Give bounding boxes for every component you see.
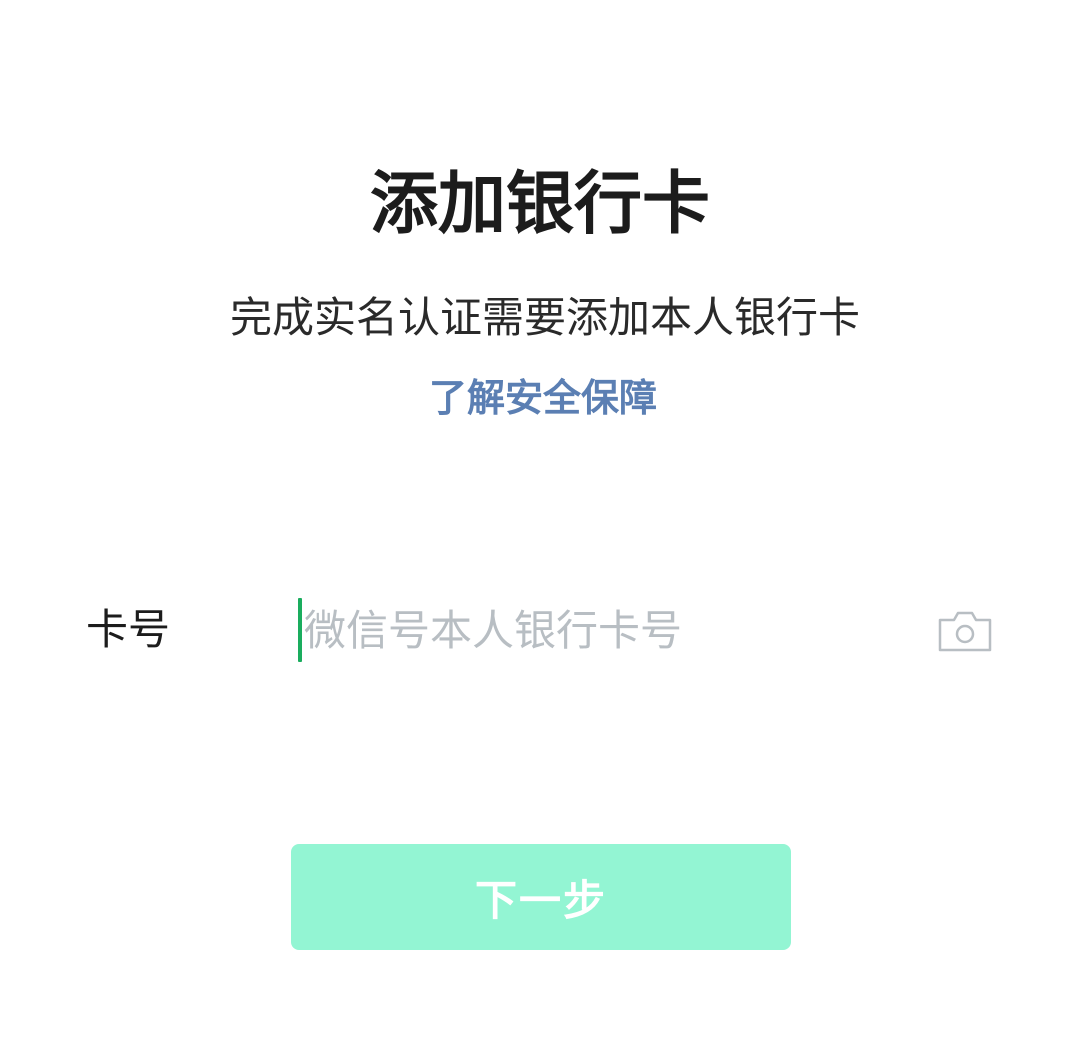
text-cursor [298, 598, 302, 662]
card-number-label: 卡号 [86, 605, 171, 654]
security-guarantee-link[interactable]: 了解安全保障 [0, 370, 1080, 426]
add-bank-card-screen: 添加银行卡 完成实名认证需要添加本人银行卡 了解安全保障 卡号 下一步 [0, 0, 1080, 1058]
page-subtitle: 完成实名认证需要添加本人银行卡 [229, 293, 860, 342]
camera-icon[interactable] [936, 608, 994, 654]
card-number-row: 卡号 [0, 590, 1080, 670]
card-number-input[interactable] [298, 596, 904, 664]
next-step-button[interactable]: 下一步 [291, 844, 791, 950]
camera-icon-graphic [938, 611, 992, 652]
page-title: 添加银行卡 [369, 165, 710, 244]
